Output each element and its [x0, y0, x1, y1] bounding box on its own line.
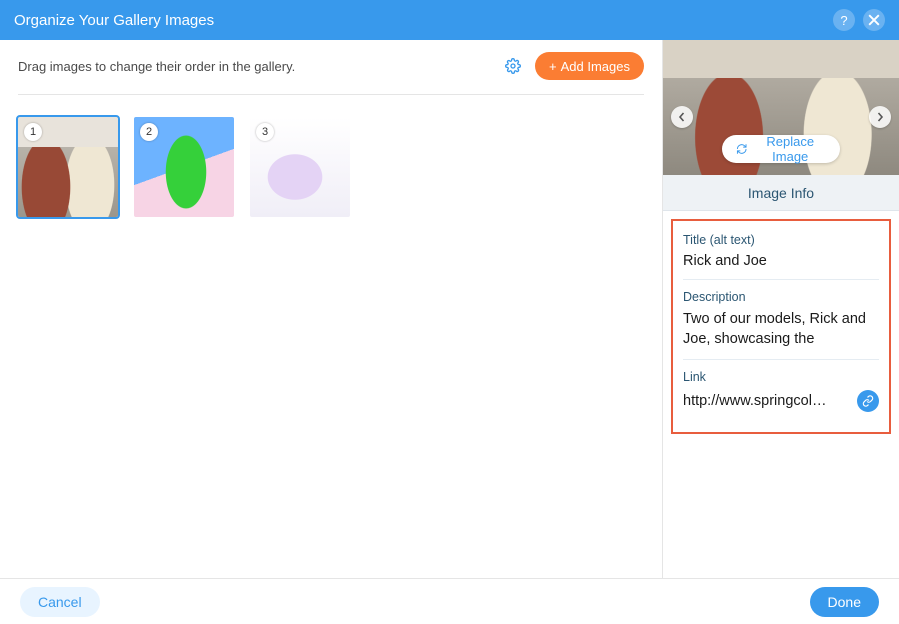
- prev-image-button[interactable]: [671, 106, 693, 128]
- help-button[interactable]: ?: [833, 9, 855, 31]
- link-icon: [862, 395, 874, 407]
- image-info-header: Image Info: [663, 175, 899, 211]
- settings-button[interactable]: [503, 56, 523, 76]
- modal-footer: Cancel Done: [0, 578, 899, 624]
- drag-hint: Drag images to change their order in the…: [18, 59, 295, 74]
- right-panel: Replace Image Image Info Title (alt text…: [662, 40, 899, 578]
- title-actions: ?: [833, 9, 885, 31]
- description-field[interactable]: Description Two of our models, Rick and …: [683, 279, 879, 359]
- toolbar-right: + Add Images: [503, 52, 644, 80]
- chevron-right-icon: [875, 112, 885, 122]
- thumbnail-3[interactable]: 3: [250, 117, 350, 217]
- thumbnail-2[interactable]: 2: [134, 117, 234, 217]
- cancel-button[interactable]: Cancel: [20, 587, 100, 617]
- gear-icon: [505, 58, 521, 74]
- close-button[interactable]: [863, 9, 885, 31]
- title-field[interactable]: Title (alt text) Rick and Joe: [683, 227, 879, 279]
- modal-body: Drag images to change their order in the…: [0, 40, 899, 578]
- gallery-toolbar: Drag images to change their order in the…: [18, 52, 644, 95]
- description-value: Two of our models, Rick and Joe, showcas…: [683, 310, 879, 349]
- next-image-button[interactable]: [869, 106, 891, 128]
- link-button[interactable]: [857, 390, 879, 412]
- link-row: http://www.springcol…: [683, 390, 879, 412]
- thumb-index-badge: 1: [24, 123, 42, 141]
- link-label: Link: [683, 370, 879, 384]
- modal-title: Organize Your Gallery Images: [14, 12, 214, 29]
- thumb-index-badge: 3: [256, 123, 274, 141]
- replace-image-label: Replace Image: [754, 134, 826, 164]
- title-value: Rick and Joe: [683, 253, 879, 269]
- title-label: Title (alt text): [683, 233, 879, 247]
- add-images-label: Add Images: [561, 59, 630, 74]
- thumb-index-badge: 2: [140, 123, 158, 141]
- plus-icon: +: [549, 59, 557, 74]
- link-field[interactable]: Link http://www.springcol…: [683, 359, 879, 422]
- refresh-icon: [736, 142, 747, 156]
- replace-image-button[interactable]: Replace Image: [722, 135, 840, 163]
- thumbnail-strip: 1 2 3: [18, 95, 644, 239]
- done-button[interactable]: Done: [810, 587, 879, 617]
- left-panel: Drag images to change their order in the…: [0, 40, 662, 578]
- chevron-left-icon: [677, 112, 687, 122]
- add-images-button[interactable]: + Add Images: [535, 52, 644, 80]
- description-label: Description: [683, 290, 879, 304]
- close-icon: [868, 14, 880, 26]
- title-bar: Organize Your Gallery Images ?: [0, 0, 899, 40]
- image-info-box: Title (alt text) Rick and Joe Descriptio…: [671, 219, 891, 434]
- thumbnail-1[interactable]: 1: [18, 117, 118, 217]
- image-preview: Replace Image: [663, 40, 899, 175]
- link-value: http://www.springcol…: [683, 393, 826, 409]
- organize-gallery-modal: Organize Your Gallery Images ? Drag imag…: [0, 0, 899, 624]
